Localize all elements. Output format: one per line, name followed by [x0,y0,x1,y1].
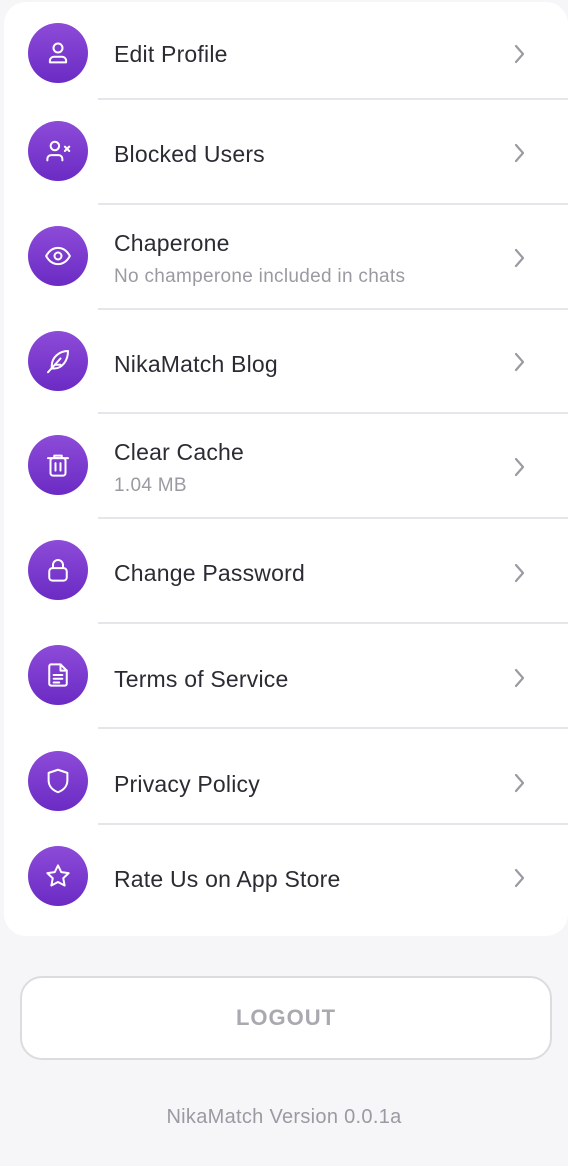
feather-icon [28,331,88,391]
chevron-right-icon [514,352,525,372]
trash-icon [28,435,88,495]
menu-item-blog[interactable]: NikaMatch Blog [4,310,568,414]
logout-button[interactable]: LOGOUT [20,976,552,1060]
chevron-right-icon [514,773,525,793]
chevron-right-icon [514,248,525,268]
menu-item-chaperone[interactable]: Chaperone No champerone included in chat… [4,205,568,309]
chevron-right-icon [514,668,525,688]
menu-item-label: Rate Us on App Store [114,866,341,892]
menu-item-edit-profile[interactable]: Edit Profile [4,2,568,100]
menu-item-label: Terms of Service [114,666,289,692]
menu-item-subtitle: No champerone included in chats [114,266,406,287]
chevron-right-icon [514,563,525,583]
menu-item-subtitle: 1.04 MB [114,475,187,496]
chevron-right-icon [514,868,525,888]
user-icon [28,23,88,83]
menu-item-label: Edit Profile [114,41,228,67]
menu-item-label: Privacy Policy [114,771,260,797]
document-icon [28,645,88,705]
menu-item-clear-cache[interactable]: Clear Cache 1.04 MB [4,414,568,518]
menu-item-rate-us[interactable]: Rate Us on App Store [4,825,568,931]
user-x-icon [28,121,88,181]
menu-item-terms[interactable]: Terms of Service [4,624,568,728]
menu-item-label: Change Password [114,560,305,586]
menu-item-label: Clear Cache [114,439,245,465]
menu-item-change-password[interactable]: Change Password [4,519,568,623]
settings-card: Edit Profile Blocked Users Chaperone No … [4,2,568,936]
chevron-right-icon [514,457,525,477]
chevron-right-icon [514,44,525,64]
app-version: NikaMatch Version 0.0.1a [166,1106,402,1128]
star-icon [28,846,88,906]
chevron-right-icon [514,143,525,163]
menu-item-label: Chaperone [114,230,230,256]
menu-item-blocked-users[interactable]: Blocked Users [4,100,568,204]
menu-item-label: NikaMatch Blog [114,351,278,377]
eye-icon [28,226,88,286]
menu-item-privacy[interactable]: Privacy Policy [4,729,568,825]
shield-icon [28,751,88,811]
menu-item-label: Blocked Users [114,141,265,167]
lock-icon [28,540,88,600]
